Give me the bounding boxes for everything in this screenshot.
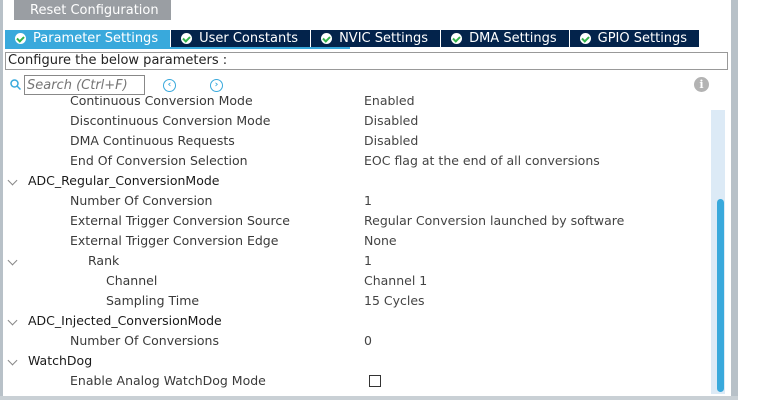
param-value: None — [364, 233, 397, 248]
param-label: Number Of Conversion — [70, 193, 213, 208]
chevron-down-icon[interactable] — [7, 255, 18, 266]
param-label: Continuous Conversion Mode — [70, 96, 253, 108]
param-label: Sampling Time — [106, 293, 200, 308]
tree-group-row[interactable]: WatchDog — [3, 351, 709, 371]
tab-label: User Constants — [199, 31, 299, 46]
tab-gpio-settings[interactable]: GPIO Settings — [569, 30, 701, 47]
check-icon — [579, 33, 591, 44]
tab-label: DMA Settings — [469, 31, 557, 46]
param-value: Enabled — [364, 96, 415, 108]
tree-row[interactable]: Enable Analog WatchDog Mode — [3, 371, 709, 391]
param-label: Number Of Conversions — [70, 333, 219, 348]
tree-row[interactable]: External Trigger Conversion Source Regula… — [3, 211, 709, 231]
chevron-down-icon[interactable] — [7, 175, 18, 186]
param-value: 15 Cycles — [364, 293, 425, 308]
tree-group-row[interactable]: ADC_Injected_ConversionMode — [3, 311, 709, 331]
chevron-down-icon[interactable] — [7, 315, 18, 326]
tree-row[interactable]: Number Of Conversions 0 — [3, 331, 709, 351]
tab-user-constants[interactable]: User Constants — [171, 30, 312, 47]
param-label: Discontinuous Conversion Mode — [70, 113, 271, 128]
param-value: EOC flag at the end of all conversions — [364, 153, 600, 168]
group-label: ADC_Regular_ConversionMode — [28, 173, 220, 188]
tree-row[interactable]: Channel Channel 1 — [3, 271, 709, 291]
splitter[interactable] — [731, 0, 738, 400]
check-icon — [321, 33, 333, 44]
configure-label: Configure the below parameters : — [5, 52, 728, 70]
next-match-button[interactable]: › — [210, 79, 223, 92]
tree-row[interactable]: Sampling Time 15 Cycles — [3, 291, 709, 311]
tree-row[interactable]: Discontinuous Conversion Mode Disabled — [3, 111, 709, 131]
chevron-down-icon[interactable] — [7, 355, 18, 366]
tab-label: GPIO Settings — [597, 31, 688, 46]
tree-row[interactable]: Rank 1 — [3, 251, 709, 271]
param-label: End Of Conversion Selection — [70, 153, 248, 168]
tab-label: Parameter Settings — [33, 31, 159, 46]
tab-label: NVIC Settings — [339, 31, 429, 46]
param-label: Rank — [88, 253, 120, 268]
param-value: Channel 1 — [364, 273, 428, 288]
reset-configuration-button[interactable]: Reset Configuration — [14, 0, 171, 20]
param-value: 1 — [364, 193, 372, 208]
param-label: External Trigger Conversion Edge — [70, 233, 279, 248]
check-icon — [451, 33, 463, 44]
tab-parameter-settings[interactable]: Parameter Settings — [5, 30, 172, 47]
tree-group-row[interactable]: ADC_Regular_ConversionMode — [3, 171, 709, 191]
param-value: Regular Conversion launched by software — [364, 213, 625, 228]
info-icon[interactable]: i — [694, 77, 709, 92]
scrollbar-thumb[interactable] — [717, 199, 724, 392]
previous-match-button[interactable]: ‹ — [163, 79, 176, 92]
group-label: ADC_Injected_ConversionMode — [28, 313, 222, 328]
check-icon — [181, 33, 193, 44]
search-input[interactable] — [24, 75, 145, 95]
tab-dma-settings[interactable]: DMA Settings — [441, 30, 570, 47]
tree-row[interactable]: Continuous Conversion Mode Enabled — [3, 96, 709, 111]
param-value: 1 — [364, 253, 372, 268]
tree-row[interactable]: End Of Conversion Selection EOC flag at t… — [3, 151, 709, 171]
tree-row[interactable]: DMA Continuous Requests Disabled — [3, 131, 709, 151]
param-value: 0 — [364, 333, 372, 348]
param-label: DMA Continuous Requests — [70, 133, 235, 148]
bottom-border — [0, 396, 738, 400]
parameter-tree: Continuous Conversion Mode Enabled Discon… — [3, 96, 709, 396]
check-icon — [15, 33, 26, 44]
tree-row[interactable]: Number Of Conversion 1 — [3, 191, 709, 211]
param-label: Channel — [106, 273, 158, 288]
tab-underline — [5, 47, 350, 49]
param-value: Disabled — [364, 133, 419, 148]
param-label: External Trigger Conversion Source — [70, 213, 290, 228]
tab-nvic-settings[interactable]: NVIC Settings — [311, 30, 442, 47]
param-label: Enable Analog WatchDog Mode — [70, 373, 266, 388]
param-value: Disabled — [364, 113, 419, 128]
tab-bar: Parameter Settings User Constants NVIC S… — [5, 30, 701, 47]
tree-row[interactable]: External Trigger Conversion Edge None — [3, 231, 709, 251]
group-label: WatchDog — [28, 353, 93, 368]
search-icon — [10, 79, 21, 90]
enable-watchdog-checkbox[interactable] — [369, 375, 381, 387]
